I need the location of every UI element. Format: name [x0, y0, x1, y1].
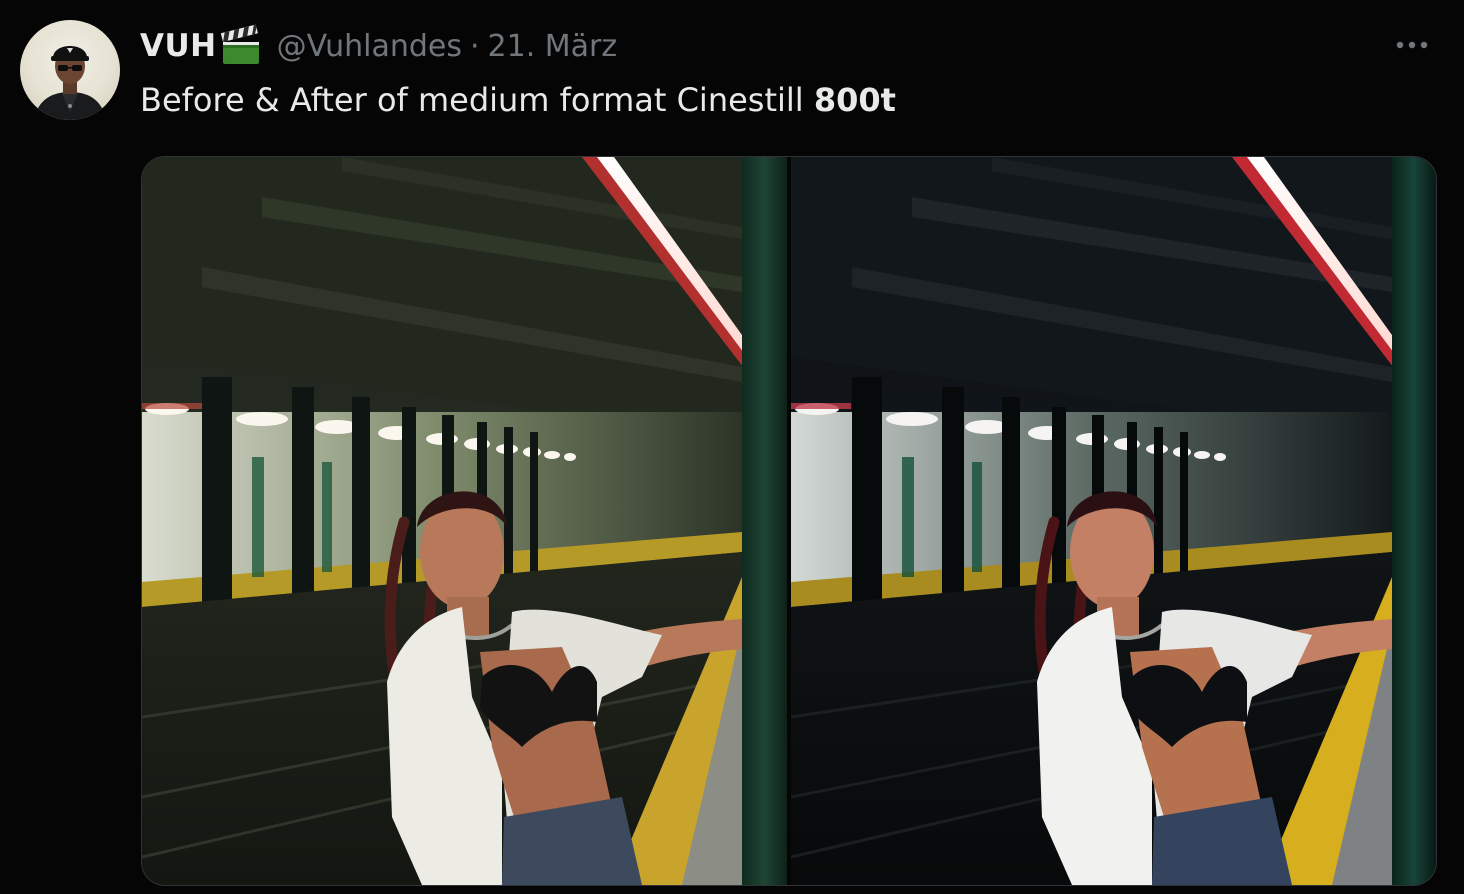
tweet-text: Before & After of medium format Cinestil…: [140, 76, 896, 124]
more-options-button[interactable]: [1388, 30, 1436, 60]
avatar[interactable]: [20, 20, 120, 120]
before-photo: [142, 157, 787, 885]
display-name[interactable]: VUH: [140, 28, 217, 64]
more-dots-icon: [1396, 41, 1428, 49]
before-after-photo: [142, 157, 1436, 885]
tweet: VUH @Vuhlandes · 21. März Before & After…: [0, 0, 1464, 894]
separator-dot: ·: [470, 28, 480, 64]
clapper-board-icon: [219, 24, 263, 68]
post-date[interactable]: 21. März: [488, 29, 618, 64]
user-handle[interactable]: @Vuhlandes: [277, 29, 462, 64]
tweet-header: VUH @Vuhlandes · 21. März: [140, 24, 617, 68]
tweet-text-bold: 800t: [813, 81, 896, 119]
avatar-portrait-icon: [34, 46, 106, 120]
tweet-text-body: Before & After of medium format Cinestil…: [140, 81, 814, 119]
after-photo: [791, 157, 1436, 885]
tweet-media[interactable]: [141, 156, 1437, 886]
